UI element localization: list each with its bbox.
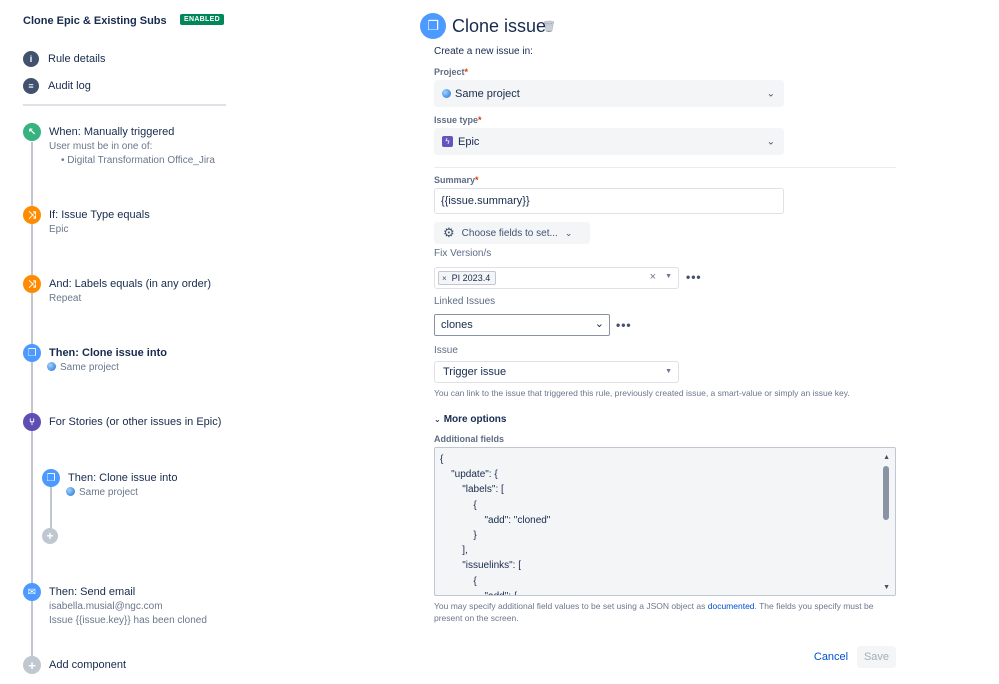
shuffle-icon: ⤨	[23, 275, 41, 293]
issue-type-label: Issue type*	[434, 115, 482, 125]
status-badge: ENABLED	[180, 14, 224, 25]
step-detail: isabella.musial@ngc.com	[49, 601, 163, 612]
more-options-toggle[interactable]: ⌄ More options	[434, 414, 506, 425]
step-detail: Epic	[49, 224, 69, 235]
choose-fields-label: Choose fields to set...	[461, 227, 558, 239]
chevron-down-icon: ⌄	[564, 227, 573, 238]
project-label: Project*	[434, 67, 469, 77]
cursor-icon: ↖	[23, 123, 41, 141]
issue-label: Issue	[434, 345, 458, 356]
fix-version-field[interactable]: × PI 2023.4 × ▼	[434, 267, 679, 289]
list-icon: ≡	[23, 78, 39, 94]
mail-icon: ✉	[23, 583, 41, 601]
step-title: For Stories (or other issues in Epic)	[49, 416, 222, 428]
gear-icon: ⚙	[443, 225, 455, 240]
create-in-text: Create a new issue in:	[434, 46, 533, 57]
info-icon: i	[23, 51, 39, 67]
rule-title: Clone Epic & Existing Subs	[23, 15, 167, 27]
summary-label-text: Summary	[434, 175, 476, 185]
step-detail: Issue {{issue.key}} has been cloned	[49, 615, 207, 626]
more-actions-icon[interactable]: •••	[616, 318, 632, 332]
documented-link[interactable]: documented	[708, 601, 755, 611]
clear-icon[interactable]: ×	[650, 271, 656, 283]
rule-sidebar: Clone Epic & Existing Subs ENABLED i Rul…	[0, 0, 240, 684]
fix-version-label: Fix Version/s	[434, 248, 492, 259]
page-title: Clone issue	[452, 16, 547, 36]
plus-icon: +	[42, 528, 58, 544]
project-avatar-icon	[442, 89, 451, 98]
clone-icon: ❐	[23, 344, 41, 362]
additional-fields-editor[interactable]: { "update": { "labels": [ { "add": "clon…	[434, 447, 896, 596]
chevron-down-icon: ⌄	[766, 136, 775, 147]
project-select[interactable]: Same project ⌄	[434, 80, 784, 107]
additional-fields-label: Additional fields	[434, 434, 505, 444]
plus-icon: +	[23, 656, 41, 674]
project-avatar-icon	[47, 362, 56, 371]
divider	[23, 104, 226, 106]
chevron-down-icon: ⌄	[594, 318, 604, 330]
clone-icon: ❐	[420, 13, 446, 39]
summary-label: Summary*	[434, 175, 479, 185]
step-title: And: Labels equals (in any order)	[49, 278, 212, 290]
caret-down-icon[interactable]: ▼	[665, 273, 672, 280]
nav-label: Rule details	[48, 53, 106, 65]
more-options-label: More options	[443, 414, 507, 425]
nav-audit-log[interactable]: ≡ Audit log	[23, 77, 91, 95]
clone-icon: ❐	[42, 469, 60, 487]
scroll-up-icon[interactable]: ▲	[883, 454, 890, 461]
step-title: If: Issue Type equals	[49, 209, 150, 221]
nav-label: Audit log	[48, 80, 91, 92]
issue-type-select[interactable]: ϟ Epic ⌄	[434, 128, 784, 155]
divider	[434, 167, 896, 168]
nav-rule-details[interactable]: i Rule details	[23, 50, 105, 68]
step-detail: Repeat	[49, 293, 82, 304]
branch-icon: ⑂	[23, 413, 41, 431]
shuffle-icon: ⤨	[23, 206, 41, 224]
step-title: When: Manually triggered	[49, 126, 175, 138]
step-detail: User must be in one of:	[49, 141, 153, 152]
add-component-label: Add component	[49, 659, 127, 671]
step-detail-bullet: • Digital Transformation Office_Jira	[61, 155, 215, 166]
linked-issues-label: Linked Issues	[434, 296, 496, 307]
step-title: Then: Send email	[49, 586, 136, 598]
project-name: Same project	[60, 362, 119, 373]
help-text: You may specify additional field values …	[434, 601, 708, 611]
chevron-down-icon: ⌄	[766, 88, 775, 99]
summary-input[interactable]: {{issue.summary}}	[434, 188, 784, 214]
step-title: Then: Clone issue into	[68, 472, 178, 484]
more-actions-icon[interactable]: •••	[686, 270, 702, 284]
issue-type-value: Epic	[458, 135, 480, 148]
linked-issues-value: clones	[441, 319, 473, 331]
json-text[interactable]: { "update": { "labels": [ { "add": "clon…	[435, 448, 895, 595]
linked-issues-select[interactable]: clones ⌄	[434, 314, 610, 336]
project-value: Same project	[455, 87, 520, 100]
fix-version-tag: × PI 2023.4	[438, 271, 497, 285]
cancel-button[interactable]: Cancel	[811, 646, 851, 668]
chevron-down-icon: ⌄	[434, 415, 441, 424]
epic-icon: ϟ	[442, 136, 453, 147]
step-title: Then: Clone issue into	[49, 347, 167, 359]
step-detail: Same project	[47, 362, 119, 373]
scrollbar-thumb[interactable]	[883, 466, 889, 520]
project-label-text: Project	[434, 67, 465, 77]
issue-help-text: You can link to the issue that triggered…	[434, 388, 850, 398]
issue-type-label-text: Issue type	[434, 115, 479, 125]
choose-fields-button[interactable]: ⚙ Choose fields to set... ⌄	[434, 222, 590, 244]
step-detail: Same project	[66, 487, 138, 498]
fix-version-tag-label: PI 2023.4	[451, 273, 491, 283]
trash-icon[interactable]: 🗑	[542, 20, 556, 33]
project-name: Same project	[79, 487, 138, 498]
issue-value: Trigger issue	[443, 366, 507, 378]
scroll-down-icon[interactable]: ▼	[883, 584, 890, 591]
caret-down-icon: ▼	[665, 368, 672, 375]
project-avatar-icon	[66, 487, 75, 496]
additional-fields-help: You may specify additional field values …	[434, 600, 894, 624]
group-name: Digital Transformation Office_Jira	[67, 155, 215, 166]
remove-tag-icon[interactable]: ×	[442, 274, 447, 283]
issue-select[interactable]: Trigger issue ▼	[434, 361, 679, 383]
save-button[interactable]: Save	[857, 646, 896, 668]
